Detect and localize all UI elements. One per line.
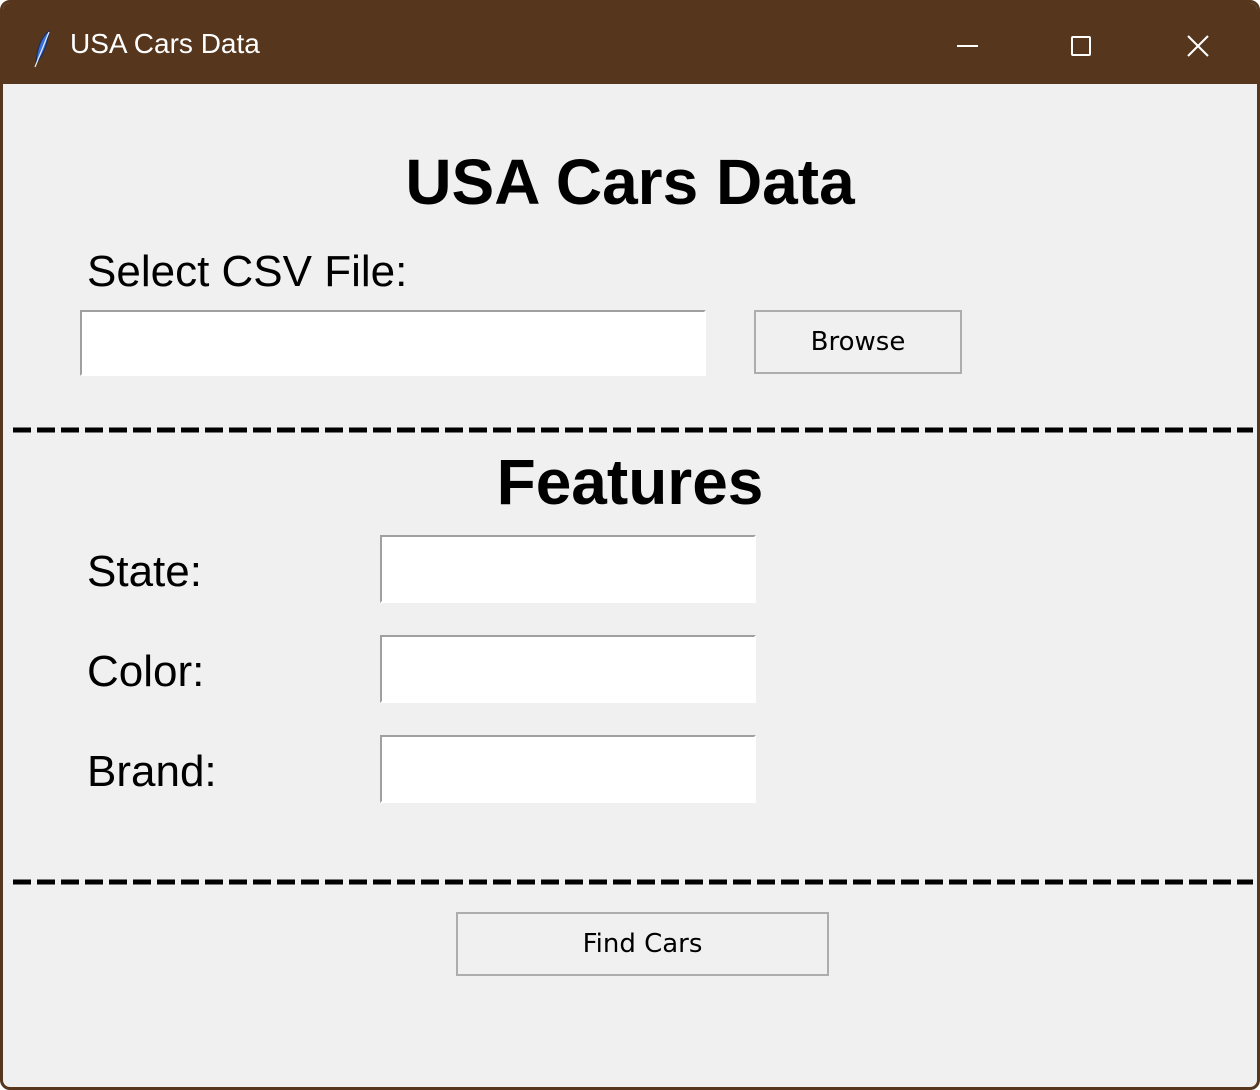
main-content: USA Cars Data Select CSV File: Browse Fe… — [3, 84, 1257, 1087]
close-button[interactable] — [1138, 3, 1248, 84]
bottom-separator — [13, 879, 1253, 885]
brand-label: Brand: — [87, 747, 217, 796]
minimize-icon — [957, 45, 978, 47]
browse-button[interactable]: Browse — [754, 310, 962, 374]
csv-file-label: Select CSV File: — [87, 247, 408, 296]
title-bar[interactable]: USA Cars Data — [3, 3, 1257, 84]
minimize-button[interactable] — [908, 3, 1018, 84]
features-heading: Features — [496, 446, 764, 518]
color-input[interactable] — [380, 635, 756, 703]
window-title: USA Cars Data — [70, 28, 260, 59]
brand-input[interactable] — [380, 735, 756, 803]
color-label: Color: — [87, 647, 205, 696]
top-separator — [13, 427, 1253, 433]
maximize-icon — [1071, 36, 1091, 56]
csv-path-input[interactable] — [80, 310, 706, 376]
app-window: USA Cars Data USA Cars Data Select CSV F… — [0, 0, 1260, 1090]
find-cars-button[interactable]: Find Cars — [456, 912, 829, 976]
state-input[interactable] — [380, 535, 756, 603]
feather-icon — [34, 29, 50, 68]
state-label: State: — [87, 547, 202, 596]
page-title: USA Cars Data — [405, 146, 855, 218]
maximize-button[interactable] — [1023, 3, 1133, 84]
close-icon — [1187, 35, 1209, 57]
